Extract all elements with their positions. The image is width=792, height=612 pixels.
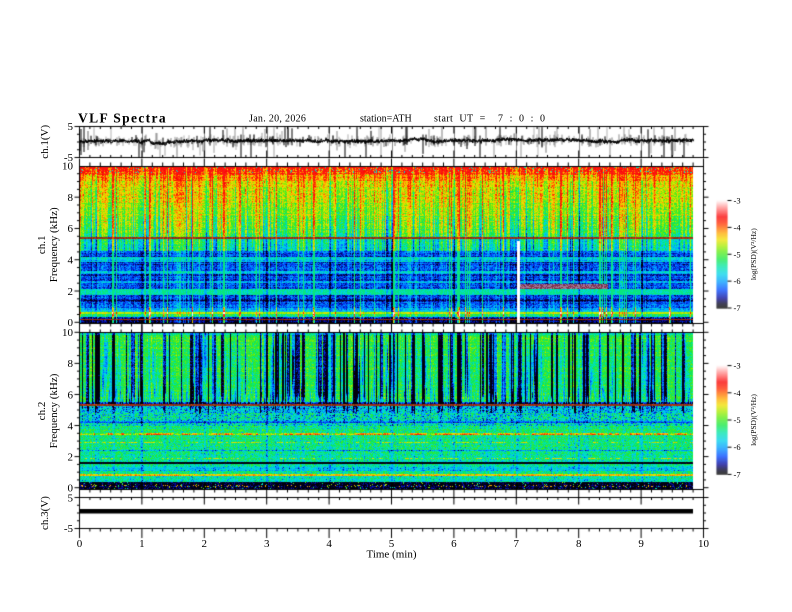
svg-text:VLF Spectra: VLF Spectra <box>78 111 167 126</box>
svg-text:-4: -4 <box>734 388 742 398</box>
svg-text:8: 8 <box>68 358 74 370</box>
svg-text:5: 5 <box>68 492 74 504</box>
svg-text:-3: -3 <box>734 361 741 371</box>
svg-text:4: 4 <box>326 538 332 550</box>
svg-text:2: 2 <box>68 286 74 298</box>
svg-text:-5: -5 <box>64 523 74 535</box>
svg-text:log(PSD)(V²/Hz): log(PSD)(V²/Hz) <box>749 228 758 280</box>
svg-text:2: 2 <box>202 538 208 550</box>
svg-text:ch.1(V): ch.1(V) <box>39 125 51 159</box>
svg-text:log(PSD)(V²/Hz): log(PSD)(V²/Hz) <box>749 394 758 446</box>
svg-text:6: 6 <box>68 389 74 401</box>
svg-text:6: 6 <box>68 223 74 235</box>
svg-text:-7: -7 <box>734 469 741 479</box>
svg-text:-4: -4 <box>734 222 742 232</box>
svg-text:Jan. 20, 2026: Jan. 20, 2026 <box>249 114 306 125</box>
svg-text:-6: -6 <box>734 442 741 452</box>
svg-text:-6: -6 <box>734 276 741 286</box>
svg-text:5: 5 <box>68 121 74 133</box>
svg-text:Frequency (kHz): Frequency (kHz) <box>48 207 60 282</box>
svg-text:ch.2: ch.2 <box>36 402 48 421</box>
svg-text:8: 8 <box>576 538 582 550</box>
svg-text:10: 10 <box>698 538 710 550</box>
svg-text:10: 10 <box>62 161 74 173</box>
svg-text:ch.1: ch.1 <box>36 235 48 254</box>
svg-text:8: 8 <box>68 192 74 204</box>
svg-text:-5: -5 <box>734 249 741 259</box>
svg-text:3: 3 <box>264 538 270 550</box>
svg-text:-3: -3 <box>734 196 741 206</box>
svg-text:-7: -7 <box>734 303 741 313</box>
svg-text:6: 6 <box>451 538 457 550</box>
svg-text:-5: -5 <box>734 415 741 425</box>
svg-text:9: 9 <box>638 538 644 550</box>
svg-text:1: 1 <box>139 538 145 550</box>
svg-text:ch.3(V): ch.3(V) <box>39 496 51 530</box>
svg-text:station=ATH: station=ATH <box>360 114 412 125</box>
svg-text:2: 2 <box>68 451 74 463</box>
svg-text:4: 4 <box>68 420 74 432</box>
svg-text:0: 0 <box>77 538 83 550</box>
svg-text:start UT = 7 : 0 : 0: start UT = 7 : 0 : 0 <box>434 114 545 125</box>
svg-text:Time (min): Time (min) <box>366 549 416 561</box>
svg-text:Frequency (kHz): Frequency (kHz) <box>48 373 60 448</box>
svg-text:7: 7 <box>514 538 520 550</box>
svg-text:4: 4 <box>68 255 74 267</box>
svg-text:10: 10 <box>62 327 74 339</box>
